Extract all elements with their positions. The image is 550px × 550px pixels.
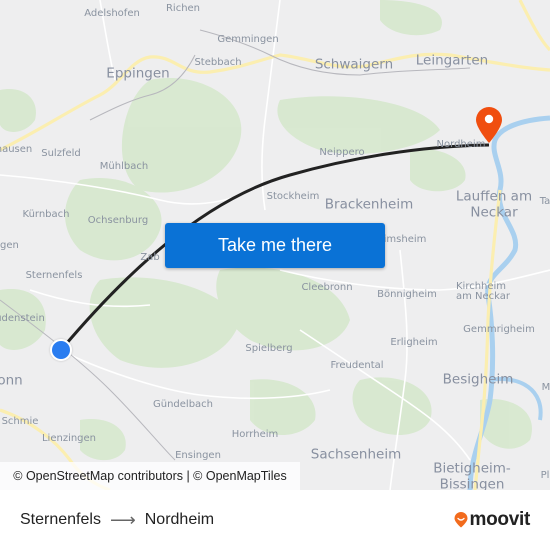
route-summary: Sternenfels ⟶ Nordheim: [20, 490, 214, 550]
place-label: imsheim: [383, 234, 427, 245]
place-label: Sachsenheim: [310, 446, 402, 463]
place-label: Lienzingen: [41, 433, 97, 444]
place-label: hausen: [0, 144, 33, 155]
place-label: Erligheim: [390, 337, 438, 348]
place-label: Spielberg: [245, 343, 293, 354]
place-label: Eppingen: [106, 65, 170, 82]
place-label: Brackenheim: [324, 196, 414, 213]
place-label: Ochsenburg: [87, 215, 149, 226]
place-label: Schwaigern: [314, 56, 394, 73]
place-label: Lauffen am Neckar: [455, 188, 533, 220]
place-label: Leingarten: [415, 52, 489, 69]
place-label: Richen: [165, 3, 201, 14]
place-label: Sternenfels: [25, 270, 83, 281]
destination-name: Nordheim: [144, 511, 215, 528]
origin-dot-icon[interactable]: [50, 339, 72, 361]
map-canvas[interactable]: Adelshofen Richen Gemmingen Eppingen Stebbac…: [0, 0, 550, 490]
place-label: Kürnbach: [22, 209, 70, 220]
place-label: Adelshofen: [84, 8, 140, 19]
place-label: Gündelbach: [152, 399, 214, 410]
place-label: Schmie: [1, 416, 39, 427]
footer-bar: Sternenfels ⟶ Nordheim moovit: [0, 490, 550, 550]
take-me-there-button[interactable]: Take me there: [165, 223, 385, 268]
place-label: Neippero: [319, 147, 365, 158]
place-label: onn: [0, 372, 23, 389]
place-label: Gemmingen: [217, 34, 279, 45]
place-label: Ensingen: [175, 450, 221, 461]
place-label: Pl: [540, 470, 550, 481]
arrow-right-icon: ⟶: [109, 509, 136, 530]
place-label: Horrheim: [231, 429, 279, 440]
moovit-logo[interactable]: moovit: [454, 490, 530, 550]
place-label: Kirchheim am Neckar: [455, 281, 511, 302]
place-label: udenstein: [0, 313, 45, 324]
place-label: Bönnigheim: [377, 289, 437, 300]
place-label: Gemmrigheim: [463, 324, 535, 335]
place-label: Ta: [539, 196, 550, 207]
place-label: Freudental: [330, 360, 384, 371]
place-label: Stebbach: [194, 57, 242, 68]
place-label: Cleebronn: [301, 282, 353, 293]
place-label: Stockheim: [266, 191, 320, 202]
place-label: Zab: [140, 252, 160, 263]
destination-pin-icon[interactable]: [475, 106, 503, 144]
place-label: Sulzfeld: [41, 148, 81, 159]
place-label: igen: [0, 240, 19, 251]
brand-name: moovit: [469, 509, 531, 530]
place-label: Mühlbach: [99, 161, 149, 172]
origin-name: Sternenfels: [20, 511, 101, 528]
place-label: Besigheim: [442, 371, 514, 388]
map-attribution[interactable]: © OpenStreetMap contributors | © OpenMap…: [0, 462, 300, 490]
moovit-logo-icon: [454, 512, 468, 528]
place-label: Bietigheim- Bissingen: [433, 460, 511, 490]
place-label: M: [541, 382, 550, 393]
